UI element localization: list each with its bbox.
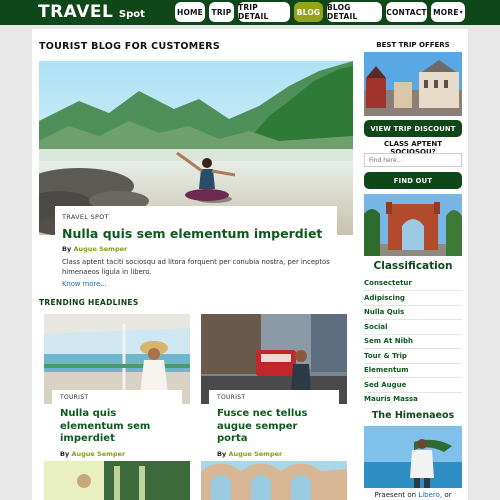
trending-byline-1: By Augue Semper: [60, 449, 126, 458]
trending-card-2: TOURIST Fusce nec tellus augue semper po…: [209, 390, 339, 462]
trending-image-3[interactable]: [44, 461, 190, 500]
page-title: TOURIST BLOG FOR CUSTOMERS: [39, 41, 221, 52]
feature-byline: By Augue Semper: [62, 245, 128, 253]
chevron-down-icon: ▾: [459, 8, 463, 16]
classification-title: Classification: [373, 260, 453, 272]
nav-blog-detail[interactable]: BLOG DETAIL: [327, 2, 382, 22]
offers-title: BEST TRIP OFFERS: [376, 41, 450, 49]
trending-title: TRENDING HEADLINES: [39, 298, 139, 307]
divider: [364, 334, 462, 335]
himenaeos-image[interactable]: [364, 426, 462, 488]
feature-excerpt: Class aptent taciti sociosqu ad litora f…: [62, 258, 330, 276]
trending-tag-1: TOURIST: [60, 394, 89, 401]
nav-more[interactable]: MORE ▾: [431, 2, 465, 22]
category-item[interactable]: Consectetur: [364, 279, 462, 287]
site-logo[interactable]: TRAVEL Spot: [38, 2, 145, 22]
nav-home[interactable]: HOME: [175, 2, 205, 22]
feature-tag: TRAVEL SPOT: [62, 213, 109, 221]
trending-author-1[interactable]: Augue Semper: [71, 450, 125, 458]
find-out-button[interactable]: FIND OUT: [364, 172, 462, 189]
view-trip-discount-button[interactable]: VIEW TRIP DISCOUNT: [364, 120, 462, 137]
himenaeos-title: The Himenaeos: [371, 410, 455, 421]
category-item[interactable]: Tour & Trip: [364, 352, 462, 360]
trending-title-2[interactable]: Fusce nec tellus augue semper porta: [217, 408, 331, 446]
category-item[interactable]: Sem At Nibh: [364, 337, 462, 345]
trending-tag-2: TOURIST: [217, 394, 246, 401]
category-item[interactable]: Social: [364, 323, 462, 331]
offer-image[interactable]: [364, 52, 462, 116]
nav-contact[interactable]: CONTACT: [386, 2, 427, 22]
divider: [364, 363, 462, 364]
nav-trip-detail[interactable]: TRIP DETAIL: [238, 2, 290, 22]
arch-image[interactable]: [364, 194, 462, 256]
divider: [364, 319, 462, 320]
nav-blog[interactable]: BLOG: [294, 2, 323, 22]
feature-card: TRAVEL SPOT Nulla quis sem elementum imp…: [55, 206, 337, 288]
divider: [364, 348, 462, 349]
nav-trip[interactable]: TRIP: [209, 2, 234, 22]
category-item[interactable]: Adipiscing: [364, 294, 462, 302]
category-item[interactable]: Nulla Quis: [364, 308, 462, 316]
feature-title[interactable]: Nulla quis sem elementum imperdiet: [62, 227, 330, 241]
trending-card-1: TOURIST Nulla quis elementum sem imperdi…: [52, 390, 182, 462]
category-item[interactable]: Mauris Massa: [364, 395, 462, 403]
trending-author-2[interactable]: Augue Semper: [228, 450, 282, 458]
divider: [364, 377, 462, 378]
feature-author[interactable]: Augue Semper: [73, 245, 127, 253]
himenaeos-text: Praesent on Libero, or: [374, 491, 452, 499]
logo-main: TRAVEL: [38, 2, 114, 22]
know-more-link[interactable]: Know more...: [62, 280, 330, 288]
libero-link[interactable]: Libero,: [418, 491, 442, 499]
divider: [364, 290, 462, 291]
category-item[interactable]: Elementum: [364, 366, 462, 374]
search-input[interactable]: [364, 153, 462, 167]
trending-title-1[interactable]: Nulla quis elementum sem imperdiet: [60, 408, 174, 446]
category-item[interactable]: Sed Augue: [364, 381, 462, 389]
divider: [364, 392, 462, 393]
trending-image-4[interactable]: [201, 461, 347, 500]
divider: [364, 305, 462, 306]
trending-byline-2: By Augue Semper: [217, 449, 283, 458]
logo-sub: Spot: [118, 9, 145, 20]
